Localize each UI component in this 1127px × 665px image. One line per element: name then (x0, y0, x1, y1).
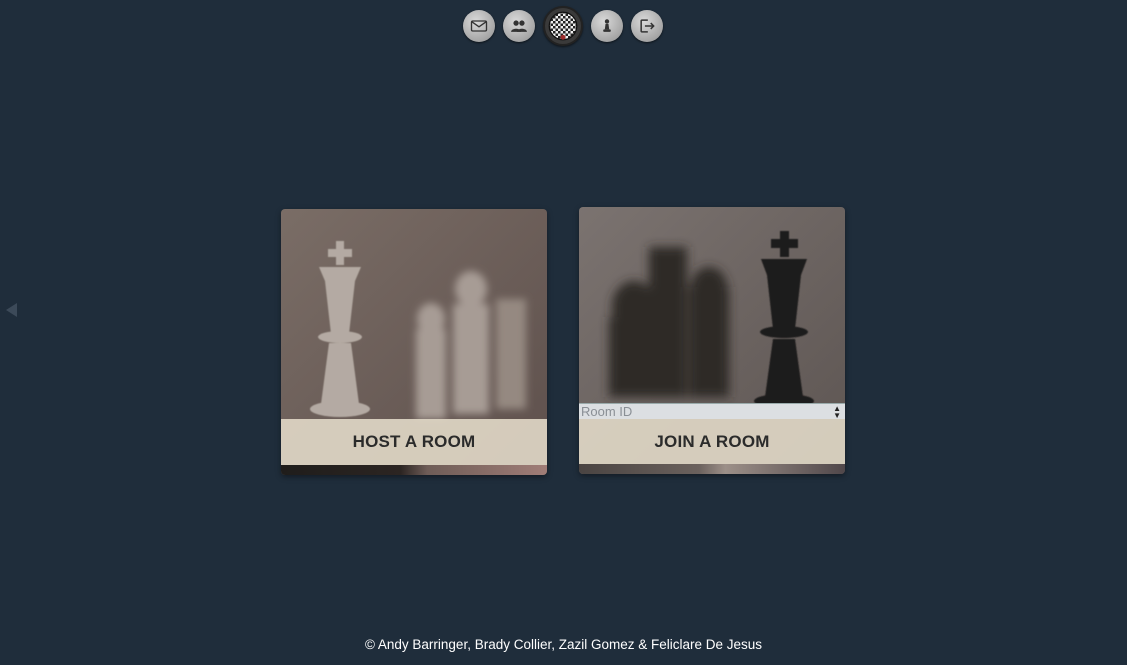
logout-icon (640, 19, 655, 33)
chess-logo-icon (548, 11, 578, 41)
host-room-card: HOST A ROOM (281, 209, 547, 475)
users-icon (511, 20, 527, 32)
mail-icon (470, 20, 488, 32)
card-bottom-strip (579, 464, 845, 474)
pawn-icon (603, 19, 611, 32)
join-room-button[interactable]: JOIN A ROOM (579, 419, 845, 465)
logout-button[interactable] (631, 10, 663, 42)
host-room-button[interactable]: HOST A ROOM (281, 419, 547, 465)
previous-arrow-icon[interactable] (6, 303, 17, 317)
card-bottom-strip (281, 465, 547, 475)
play-button[interactable] (591, 10, 623, 42)
friends-button[interactable] (503, 10, 535, 42)
room-id-stepper[interactable]: ▲ ▼ (833, 405, 841, 420)
footer-credits: © Andy Barringer, Brady Collier, Zazil G… (364, 637, 763, 652)
messages-button[interactable] (463, 10, 495, 42)
top-navigation (463, 6, 663, 46)
room-id-field: ▲ ▼ (579, 403, 845, 420)
stepper-down-icon[interactable]: ▼ (833, 412, 841, 420)
home-logo-button[interactable] (543, 6, 583, 46)
join-room-card: ▲ ▼ JOIN A ROOM (579, 207, 845, 474)
room-id-input[interactable] (581, 404, 821, 419)
